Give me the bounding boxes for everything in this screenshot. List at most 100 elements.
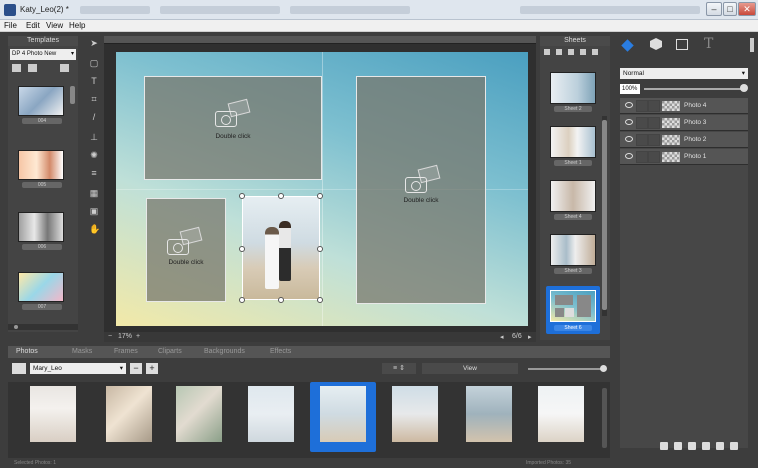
thumb-size-slider-thumb[interactable] [600, 365, 607, 372]
template-dropdown[interactable]: DP 4 Photo New ▾ [10, 49, 76, 60]
photo-placeholder[interactable]: Double click [144, 76, 322, 180]
template-thumb[interactable] [18, 212, 64, 242]
menu-view[interactable]: View [46, 21, 63, 30]
tab-frames[interactable]: Frames [114, 348, 138, 355]
close-button[interactable]: ✕ [738, 2, 756, 16]
trash-icon[interactable] [730, 442, 738, 450]
folder-icon[interactable] [12, 64, 21, 72]
stamp-icon[interactable]: ⊥ [89, 132, 99, 142]
minimize-button[interactable]: – [706, 2, 722, 16]
tab-photos[interactable]: Photos [16, 348, 38, 355]
move-sheet-icon[interactable] [580, 49, 586, 55]
remove-album-button[interactable]: − [130, 363, 142, 374]
link-icon[interactable] [660, 442, 668, 450]
menu-file[interactable]: File [4, 21, 17, 30]
tab-masks[interactable]: Masks [72, 348, 92, 355]
template-thumb[interactable] [18, 86, 64, 116]
zoom-in-button[interactable]: + [136, 333, 140, 340]
prev-page-button[interactable]: ◂ [500, 333, 504, 341]
sort-button[interactable]: ≡ ⇕ [382, 363, 416, 374]
thumb-size-slider[interactable] [528, 368, 604, 370]
photo-thumb[interactable] [106, 386, 152, 442]
stack-icon[interactable] [702, 442, 710, 450]
sheet-thumb[interactable] [550, 234, 596, 266]
next-page-button[interactable]: ▸ [528, 333, 532, 341]
opacity-field[interactable]: 100% [620, 84, 640, 94]
eye-icon[interactable] [625, 153, 633, 159]
sheet-page[interactable]: Double click Double click Double click [116, 52, 528, 326]
view-dropdown[interactable]: View [422, 363, 518, 374]
blend-mode-dropdown[interactable]: Normal ▾ [620, 68, 748, 79]
photo-strip-scrollbar[interactable] [602, 388, 607, 448]
text-properties-icon[interactable]: T [704, 36, 713, 52]
eye-icon[interactable] [625, 119, 633, 125]
tab-cliparts[interactable]: Cliparts [158, 348, 182, 355]
sheet-selected[interactable]: Sheet 6 [546, 286, 600, 334]
resize-handle[interactable] [239, 193, 245, 199]
duplicate-sheet-icon[interactable] [556, 49, 562, 55]
photo-thumb[interactable] [248, 386, 294, 442]
sheet-thumb[interactable] [550, 180, 596, 212]
layer-row[interactable]: Photo 3 [620, 115, 748, 131]
crop-frame-icon[interactable]: ▢ [89, 58, 99, 68]
layer-row[interactable]: Photo 1 [620, 149, 748, 165]
add-sheet-icon[interactable] [544, 49, 550, 55]
crop-icon[interactable]: ⌗ [89, 94, 99, 104]
page-icon[interactable] [674, 442, 682, 450]
delete-icon[interactable] [60, 64, 69, 72]
effect-icon[interactable]: ✺ [89, 150, 99, 160]
zoom-out-button[interactable]: − [108, 333, 112, 340]
sheets-scrollbar-track[interactable] [602, 116, 607, 316]
resize-handle[interactable] [317, 193, 323, 199]
resize-handle[interactable] [239, 246, 245, 252]
menu-help[interactable]: Help [69, 21, 85, 30]
grid-icon[interactable]: ▦ [89, 188, 99, 198]
resize-handle[interactable] [278, 193, 284, 199]
album-dropdown[interactable]: Mary_Leo ▾ [30, 363, 126, 374]
photo-thumb[interactable] [466, 386, 512, 442]
maximize-button[interactable]: □ [723, 2, 737, 16]
photo-placeholder[interactable]: Double click [356, 76, 486, 304]
adjustments-icon[interactable] [676, 39, 688, 50]
photo-thumb[interactable] [176, 386, 222, 442]
trash-icon[interactable] [592, 49, 598, 55]
resize-handle[interactable] [317, 246, 323, 252]
opacity-slider-thumb[interactable] [740, 84, 748, 92]
placed-photo[interactable] [239, 193, 323, 303]
resize-handle[interactable] [278, 297, 284, 303]
sheet-thumb[interactable] [550, 72, 596, 104]
photo-thumb[interactable] [392, 386, 438, 442]
tab-backgrounds[interactable]: Backgrounds [204, 348, 245, 355]
text-tool-icon[interactable]: T [89, 76, 99, 86]
select-tool-icon[interactable]: ➤ [89, 38, 99, 48]
copy-sheet-icon[interactable] [568, 49, 574, 55]
sheet-thumb[interactable] [550, 126, 596, 158]
eye-icon[interactable] [625, 102, 633, 108]
copy-icon[interactable] [688, 442, 696, 450]
resize-handle[interactable] [317, 297, 323, 303]
layer-row[interactable]: Photo 4 [620, 98, 748, 114]
image-icon[interactable] [12, 363, 26, 374]
arrange-icon[interactable]: ▣ [89, 206, 99, 216]
eye-icon[interactable] [625, 136, 633, 142]
photo-selected[interactable] [310, 382, 376, 452]
tab-effects[interactable]: Effects [270, 348, 291, 355]
layer-icon[interactable] [716, 442, 724, 450]
template-thumb[interactable] [18, 150, 64, 180]
brush-icon[interactable]: / [89, 112, 99, 122]
hand-tool-icon[interactable]: ✋ [89, 224, 100, 234]
photo-placeholder[interactable]: Double click [146, 198, 226, 302]
panel-collapse-icon[interactable] [750, 38, 754, 52]
photo-thumb[interactable] [538, 386, 584, 442]
menu-edit[interactable]: Edit [26, 21, 40, 30]
opacity-slider[interactable] [644, 88, 742, 90]
add-album-button[interactable]: + [146, 363, 158, 374]
layer-row[interactable]: Photo 2 [620, 132, 748, 148]
add-folder-icon[interactable] [28, 64, 37, 72]
align-icon[interactable]: ≡ [89, 168, 99, 178]
templates-hscrollbar[interactable] [8, 324, 78, 330]
template-thumb[interactable] [18, 272, 64, 302]
templates-scrollbar[interactable] [70, 86, 75, 104]
layers-icon[interactable] [621, 39, 634, 52]
resize-handle[interactable] [239, 297, 245, 303]
